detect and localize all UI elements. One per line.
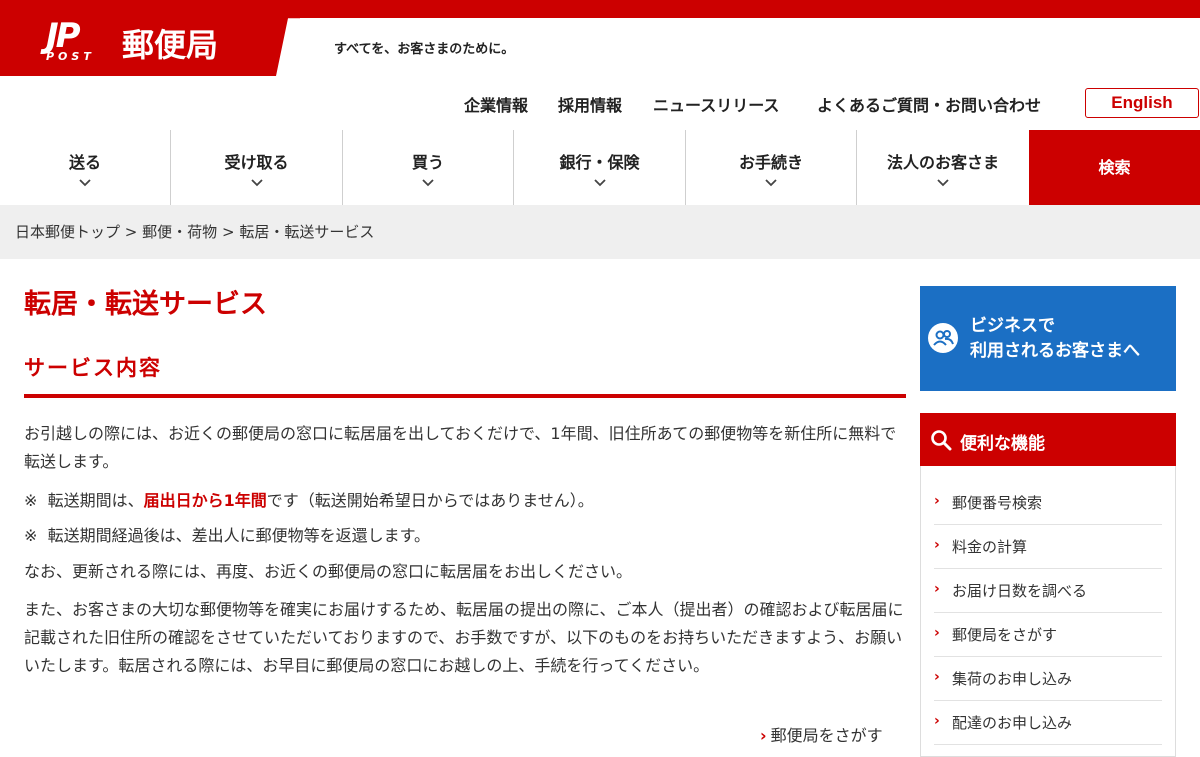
- chevron-right-icon: ›: [934, 625, 940, 641]
- business-user-icon: [928, 323, 958, 353]
- nav-item-bank-insurance[interactable]: 銀行・保険: [514, 130, 686, 205]
- util-link-news[interactable]: ニュースリリース: [653, 92, 779, 115]
- nav-item-label: 銀行・保険: [559, 153, 640, 172]
- chevron-down-icon: [593, 179, 606, 187]
- business-banner-line2: 利用されるお客さまへ: [970, 341, 1140, 361]
- function-item-fee-calc[interactable]: › 料金の計算: [934, 525, 1162, 569]
- function-item-label: 配達のお申し込み: [952, 714, 1073, 732]
- search-icon: [931, 430, 952, 451]
- useful-functions-header: 便利な機能: [920, 413, 1176, 466]
- tagline: すべてを、お客さまのために。: [334, 42, 515, 57]
- business-banner-text: ビジネスで 利用されるお客さまへ: [970, 314, 1140, 364]
- nav-item-label: 受け取る: [224, 153, 289, 172]
- chevron-down-icon: [250, 179, 263, 187]
- business-customers-banner[interactable]: ビジネスで 利用されるお客さまへ: [920, 286, 1176, 391]
- chevron-right-icon: ›: [934, 713, 940, 729]
- nav-item-label: 法人のお客さま: [886, 153, 999, 172]
- chevron-right-icon: ›: [934, 581, 940, 597]
- breadcrumb-home[interactable]: 日本郵便トップ: [15, 223, 120, 241]
- business-banner-line1: ビジネスで: [970, 316, 1055, 336]
- util-link-corporate[interactable]: 企業情報: [464, 92, 528, 115]
- breadcrumb: 日本郵便トップ > 郵便・荷物 > 転居・転送サービス: [0, 205, 1200, 259]
- chevron-right-icon: ›: [760, 726, 767, 745]
- function-item-label: 郵便番号検索: [952, 494, 1043, 512]
- chevron-right-icon: ›: [934, 493, 940, 509]
- chevron-right-icon: ›: [934, 537, 940, 553]
- note-text-after: です（転送開始希望日からではありません）。: [266, 491, 594, 510]
- nav-item-receive[interactable]: 受け取る: [171, 130, 343, 205]
- page-title: 転居・転送サービス: [24, 289, 267, 320]
- breadcrumb-separator: >: [221, 223, 235, 241]
- note-mark: ※: [24, 526, 38, 545]
- function-item-label: お届け日数を調べる: [952, 582, 1088, 600]
- jp-post-logo-mark[interactable]: JP: [46, 16, 106, 56]
- chevron-right-icon: ›: [934, 669, 940, 685]
- function-item-label: 郵便局をさがす: [952, 626, 1058, 644]
- verification-paragraph: また、お客さまの大切な郵便物等を確実にお届けするため、転居届の提出の際に、ご本人…: [24, 600, 904, 675]
- nav-item-procedures[interactable]: お手続き: [686, 130, 857, 205]
- note-emphasis: 届出日から1年間: [143, 491, 267, 510]
- useful-functions-title: 便利な機能: [960, 434, 1045, 454]
- note-forwarding-period: ※ 転送期間は、届出日から1年間です（転送開始希望日からではありません）。: [24, 487, 594, 515]
- nav-item-business[interactable]: 法人のお客さま: [857, 130, 1029, 205]
- function-item-label: 料金の計算: [952, 538, 1028, 556]
- find-post-office-link[interactable]: › 郵便局をさがす: [760, 722, 883, 746]
- find-post-office-label: 郵便局をさがす: [770, 726, 883, 745]
- chevron-down-icon: [937, 179, 949, 187]
- function-item-label: 集荷のお申し込み: [952, 670, 1073, 688]
- nav-search-button[interactable]: 検索: [1029, 130, 1200, 205]
- nav-item-label: 送る: [68, 153, 101, 172]
- renewal-paragraph: なお、更新される際には、再度、お近くの郵便局の窓口に転居届をお出しください。: [24, 562, 633, 581]
- section-divider: [24, 394, 906, 398]
- function-item-find-office[interactable]: › 郵便局をさがす: [934, 613, 1162, 657]
- function-item-postal-code[interactable]: › 郵便番号検索: [934, 481, 1162, 525]
- breadcrumb-trail: 日本郵便トップ > 郵便・荷物 > 転居・転送サービス: [15, 221, 374, 242]
- chevron-down-icon: [765, 179, 777, 187]
- note-text-before: 転送期間は、: [47, 491, 144, 510]
- breadcrumb-mail-parcel[interactable]: 郵便・荷物: [142, 223, 217, 241]
- breadcrumb-separator: >: [124, 223, 138, 241]
- util-link-careers[interactable]: 採用情報: [558, 92, 622, 115]
- chevron-down-icon: [422, 179, 434, 187]
- english-button[interactable]: English: [1085, 88, 1199, 118]
- function-item-delivery-days[interactable]: › お届け日数を調べる: [934, 569, 1162, 613]
- breadcrumb-current: 転居・転送サービス: [239, 223, 375, 241]
- function-item-delivery-request[interactable]: › 配達のお申し込み: [934, 701, 1162, 745]
- util-link-faq-contact[interactable]: よくあるご質問・お問い合わせ: [817, 92, 1041, 115]
- nav-item-send[interactable]: 送る: [0, 130, 171, 205]
- global-nav: 送る 受け取る 買う 銀行・保険 お手続き 法人のお客さま 検索: [0, 130, 1200, 205]
- note-text: 転送期間経過後は、差出人に郵便物等を返還します。: [47, 526, 430, 545]
- nav-item-buy[interactable]: 買う: [343, 130, 514, 205]
- intro-paragraph: お引越しの際には、お近くの郵便局の窓口に転居届を出しておくだけで、1年間、旧住所…: [24, 424, 897, 471]
- site-name[interactable]: 郵便局: [122, 20, 218, 66]
- jp-post-logo-sub: POST: [46, 50, 95, 63]
- function-item-pickup-request[interactable]: › 集荷のお申し込み: [934, 657, 1162, 701]
- chevron-down-icon: [79, 179, 91, 187]
- note-after-period: ※ 転送期間経過後は、差出人に郵便物等を返還します。: [24, 522, 430, 550]
- nav-item-label: お手続き: [738, 153, 803, 172]
- section-title: サービス内容: [24, 356, 162, 380]
- nav-item-label: 買う: [411, 153, 444, 172]
- note-mark: ※: [24, 491, 38, 510]
